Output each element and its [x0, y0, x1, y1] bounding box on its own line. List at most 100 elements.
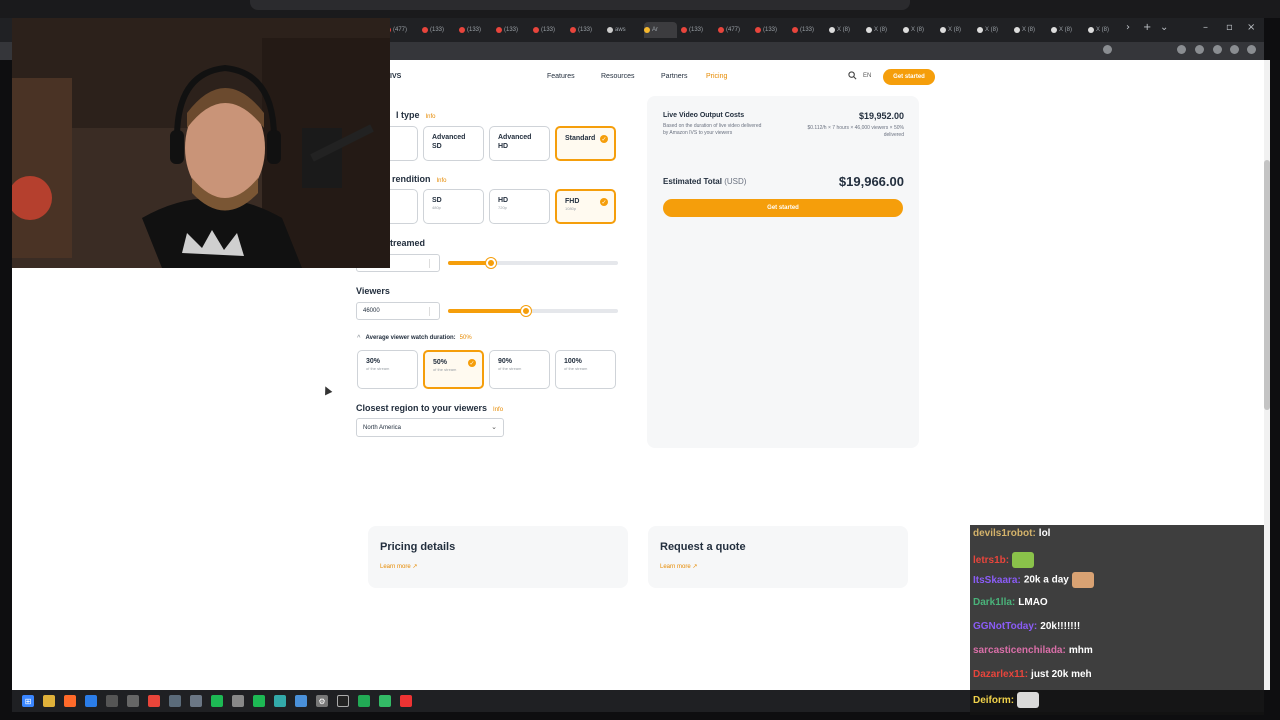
- region-select[interactable]: North America ⌄: [356, 418, 504, 437]
- obs-icon[interactable]: [337, 695, 349, 707]
- stepper-icon[interactable]: [429, 307, 435, 316]
- chat-username[interactable]: Deiform:: [973, 695, 1014, 706]
- scrollbar-thumb[interactable]: [1264, 160, 1270, 410]
- rendition-option-sd[interactable]: SD 480p: [423, 189, 484, 224]
- browser-tab[interactable]: (133): [755, 22, 788, 38]
- browser-tab[interactable]: (133): [792, 22, 825, 38]
- browser-tab[interactable]: X (8): [1088, 22, 1121, 38]
- watch-option-90[interactable]: 90% of the stream: [489, 350, 550, 389]
- bookmark-star-icon[interactable]: [1103, 45, 1112, 54]
- close-window-icon[interactable]: ×: [1247, 22, 1255, 33]
- nav-get-started-button[interactable]: Get started: [883, 69, 935, 85]
- chat-username[interactable]: sarcasticenchilada:: [973, 645, 1066, 656]
- learn-more-link[interactable]: Learn more ↗: [660, 563, 697, 570]
- request-quote-card[interactable]: Request a quote Learn more ↗: [648, 526, 908, 588]
- app-icon[interactable]: [295, 695, 307, 707]
- summary-get-started-button[interactable]: Get started: [663, 199, 903, 217]
- browser-tab[interactable]: X (8): [940, 22, 973, 38]
- nav-pricing[interactable]: Pricing: [706, 73, 727, 80]
- file-explorer-icon[interactable]: [43, 695, 55, 707]
- browser-tab[interactable]: X (8): [1051, 22, 1084, 38]
- rendition-info-link[interactable]: Info: [437, 178, 447, 184]
- spotify-icon[interactable]: [211, 695, 223, 707]
- browser-tab[interactable]: (133): [681, 22, 714, 38]
- app-icon[interactable]: [253, 695, 265, 707]
- viewers-input[interactable]: 46000: [356, 302, 440, 320]
- viewers-slider-handle[interactable]: [521, 306, 532, 316]
- browser-tab[interactable]: X (8): [903, 22, 936, 38]
- rendition-option-hd[interactable]: HD 720p: [489, 189, 550, 224]
- chat-username[interactable]: GGNotToday:: [973, 621, 1037, 632]
- browser-tab[interactable]: (133): [422, 22, 455, 38]
- tab-favicon-icon: [607, 27, 613, 33]
- app-icon[interactable]: [400, 695, 412, 707]
- tab-scroll-icon[interactable]: ›: [1126, 22, 1130, 33]
- settings-icon[interactable]: ⚙: [316, 695, 328, 707]
- browser-tab[interactable]: X (8): [977, 22, 1010, 38]
- watch-duration-heading[interactable]: ^ Average viewer watch duration: 50%: [357, 335, 472, 341]
- page-scrollbar[interactable]: [1264, 60, 1270, 690]
- chat-username[interactable]: devils1robot:: [973, 528, 1036, 539]
- learn-more-link[interactable]: Learn more ↗: [380, 563, 417, 570]
- browser-tab[interactable]: (477): [718, 22, 751, 38]
- terminal-icon[interactable]: [106, 695, 118, 707]
- profile-icon[interactable]: [1195, 45, 1204, 54]
- search-icon[interactable]: [848, 71, 857, 80]
- hours-slider[interactable]: [448, 258, 618, 268]
- chat-username[interactable]: letrs1b:: [973, 555, 1009, 566]
- watch-option-30[interactable]: 30% of the stream: [357, 350, 418, 389]
- pricing-details-card[interactable]: Pricing details Learn more ↗: [368, 526, 628, 588]
- channel-type-option-advanced-sd[interactable]: Advanced SD: [423, 126, 484, 161]
- app-icon[interactable]: [358, 695, 370, 707]
- downloads-icon[interactable]: [1213, 45, 1222, 54]
- stepper-icon[interactable]: [429, 259, 435, 268]
- browser-tab[interactable]: aws: [607, 22, 640, 38]
- browser-tab[interactable]: (133): [496, 22, 529, 38]
- browser-tab[interactable]: (133): [533, 22, 566, 38]
- rendition-option-fhd[interactable]: FHD 1080p ✓: [555, 189, 616, 224]
- app-icon[interactable]: [232, 695, 244, 707]
- option-sub: 480p: [432, 205, 441, 210]
- browser-tab[interactable]: (133): [570, 22, 603, 38]
- browser-tab[interactable]: Ar: [644, 22, 677, 38]
- estimated-total-value: $19,966.00: [838, 174, 904, 189]
- watch-option-50[interactable]: 50% of the stream ✓: [423, 350, 484, 389]
- chrome-icon[interactable]: [148, 695, 160, 707]
- menu-icon[interactable]: [1247, 45, 1256, 54]
- nav-resources[interactable]: Resources: [601, 73, 634, 80]
- share-icon[interactable]: [1230, 45, 1239, 54]
- extension-icon[interactable]: [1177, 45, 1186, 54]
- watch-option-100[interactable]: 100% of the stream: [555, 350, 616, 389]
- browser-tab[interactable]: X (8): [1014, 22, 1047, 38]
- app-icon[interactable]: [127, 695, 139, 707]
- new-tab-button[interactable]: +: [1143, 22, 1151, 33]
- region-info-link[interactable]: Info: [493, 407, 503, 413]
- app-icon[interactable]: [85, 695, 97, 707]
- minimize-icon[interactable]: –: [1203, 22, 1208, 33]
- browser-firefox-icon[interactable]: [64, 695, 76, 707]
- nav-partners[interactable]: Partners: [661, 73, 687, 80]
- app-icon[interactable]: [190, 695, 202, 707]
- option-title: Advanced SD: [432, 134, 466, 150]
- channel-type-option-standard[interactable]: Standard ✓: [555, 126, 616, 161]
- channel-type-option-advanced-hd[interactable]: Advanced HD: [489, 126, 550, 161]
- hours-slider-handle[interactable]: [485, 258, 496, 268]
- maximize-icon[interactable]: ▫: [1226, 22, 1233, 33]
- chat-username[interactable]: Dazarlex11:: [973, 669, 1028, 680]
- language-selector[interactable]: EN: [863, 73, 871, 79]
- site-logo[interactable]: IVS: [390, 73, 401, 80]
- chat-username[interactable]: ItsSkaara:: [973, 575, 1021, 586]
- browser-tab[interactable]: (133): [459, 22, 492, 38]
- region-label: Closest region to your viewers: [356, 403, 488, 413]
- channel-type-info-link[interactable]: Info: [426, 114, 436, 120]
- viewers-slider[interactable]: [448, 306, 618, 316]
- tab-list-button[interactable]: ⌄: [1160, 22, 1168, 33]
- app-icon[interactable]: [274, 695, 286, 707]
- nav-features[interactable]: Features: [547, 73, 575, 80]
- browser-tab[interactable]: X (8): [829, 22, 862, 38]
- app-icon[interactable]: [379, 695, 391, 707]
- browser-tab[interactable]: X (8): [866, 22, 899, 38]
- app-icon[interactable]: [169, 695, 181, 707]
- start-icon[interactable]: ⊞: [22, 695, 34, 707]
- chat-username[interactable]: Dark1lla:: [973, 597, 1015, 608]
